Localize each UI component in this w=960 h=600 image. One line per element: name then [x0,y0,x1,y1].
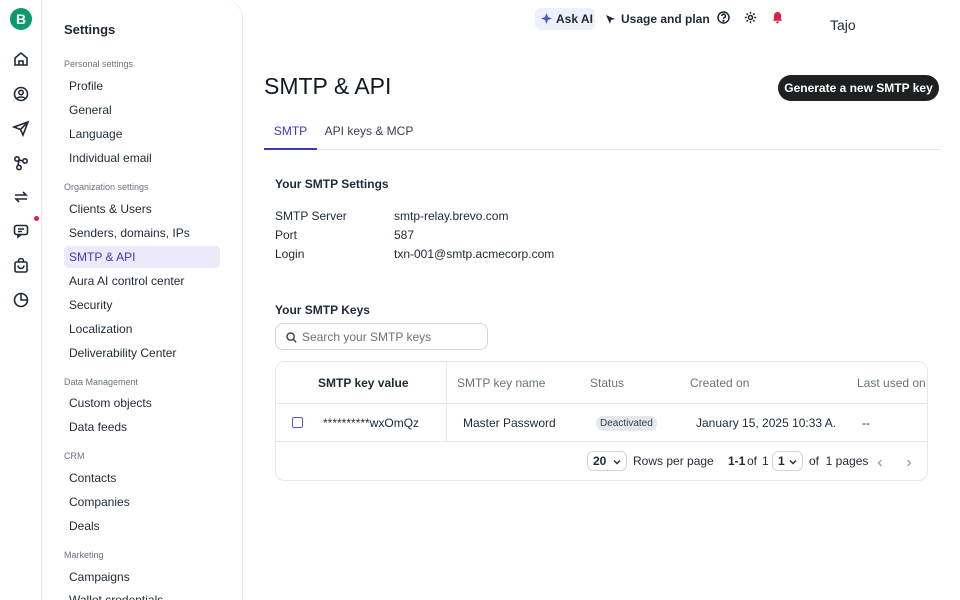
table-header: SMTP key value SMTP key name Status Crea… [276,362,927,404]
brand-logo[interactable]: B [10,8,32,30]
meetings-icon[interactable] [12,291,30,309]
contacts-icon[interactable] [12,85,30,103]
sidebar-item-smtp-api[interactable]: SMTP & API [64,246,220,268]
pagination: 20 Rows per page 1-1 of 1 1 of 1 pages [276,442,927,480]
ask-ai-label: Ask AI [556,12,593,26]
sidebar-item-individual-email[interactable]: Individual email [64,147,220,169]
smtp-keys-table: SMTP key value SMTP key name Status Crea… [275,361,928,481]
top-bar: Ask AI Usage and plan Tajo [243,0,960,38]
table-row[interactable]: **********wxOmQz Master Password Deactiv… [276,404,927,442]
section-personal-settings: Personal settings [64,59,134,69]
sidebar-item-profile[interactable]: Profile [64,75,220,97]
sidebar-item-contacts[interactable]: Contacts [64,467,220,489]
usage-and-plan-button[interactable]: Usage and plan [605,8,710,30]
tab-smtp[interactable]: SMTP [264,117,317,150]
page-select-value: 1 [778,454,785,468]
section-marketing: Marketing [64,550,104,560]
col-last-used-on[interactable]: Last used on [857,362,926,404]
login-label: Login [275,247,305,261]
smtp-key-name: Master Password [463,416,556,430]
tab-api-keys-mcp[interactable]: API keys & MCP [324,117,414,150]
section-data-management: Data Management [64,377,139,387]
gear-icon[interactable] [744,11,757,24]
prev-page-icon[interactable] [875,455,885,467]
search-icon [286,332,297,343]
user-name[interactable]: Tajo [830,17,856,33]
smtp-key-search [275,323,488,350]
of-label: of [747,454,758,468]
sidebar-item-companies[interactable]: Companies [64,491,220,513]
sidebar-item-data-feeds[interactable]: Data feeds [64,416,220,438]
col-status[interactable]: Status [590,362,624,404]
sidebar-item-localization[interactable]: Localization [64,318,220,340]
col-smtp-key-name[interactable]: SMTP key name [457,362,545,404]
notification-dot [34,216,39,221]
sidebar-item-aura-ai[interactable]: Aura AI control center [64,270,220,292]
page-range: 1-1 [728,454,746,468]
usage-label: Usage and plan [621,12,710,26]
tab-bar: SMTP API keys & MCP [264,117,941,150]
of-pages-label: of 1 pages [809,454,869,468]
sync-icon[interactable] [12,188,30,206]
chat-icon[interactable] [12,222,30,240]
smtp-server-value: smtp-relay.brevo.com [394,209,509,223]
search-input[interactable] [302,328,482,346]
sidebar-item-custom-objects[interactable]: Custom objects [64,392,220,414]
next-page-icon[interactable] [904,455,914,467]
sidebar-item-senders[interactable]: Senders, domains, IPs [64,222,220,244]
port-value: 587 [394,228,415,242]
rows-per-page-value: 20 [593,454,607,468]
smtp-keys-heading: Your SMTP Keys [275,303,370,317]
automation-icon[interactable] [12,154,30,172]
shop-icon[interactable] [12,257,30,275]
sidebar-item-wallet-credentials[interactable]: Wallet credentials [64,589,220,600]
ask-ai-button[interactable]: Ask AI [535,8,595,30]
sparkle-icon [541,13,552,24]
page-select[interactable]: 1 [772,451,803,471]
sidebar-title: Settings [64,22,116,37]
row-checkbox[interactable] [292,417,303,428]
total-count: 1 [762,454,769,468]
send-icon[interactable] [11,119,30,138]
plan-arrow-icon [606,15,615,24]
rows-per-page-select[interactable]: 20 [587,451,627,471]
created-on-value: January 15, 2025 10:33 A... [696,416,836,430]
smtp-settings-heading: Your SMTP Settings [275,177,389,191]
sidebar-item-deals[interactable]: Deals [64,515,220,537]
status-badge: Deactivated [596,416,657,431]
section-organization-settings: Organization settings [64,182,149,192]
help-icon[interactable] [717,11,730,24]
last-used-value: -- [862,416,870,430]
sidebar-item-clients-users[interactable]: Clients & Users [64,198,220,220]
chevron-down-icon [789,460,797,465]
generate-smtp-key-button[interactable]: Generate a new SMTP key [778,75,939,101]
sidebar-item-general[interactable]: General [64,99,220,121]
col-smtp-key-value[interactable]: SMTP key value [318,362,409,404]
sidebar-item-campaigns[interactable]: Campaigns [64,566,220,588]
settings-sidebar: Settings Personal settings Profile Gener… [42,0,243,600]
login-value: txn-001@smtp.acmecorp.com [394,247,555,261]
section-crm: CRM [64,451,85,461]
smtp-key-value: **********wxOmQz [323,416,420,430]
sidebar-item-deliverability[interactable]: Deliverability Center [64,342,220,364]
smtp-server-label: SMTP Server [275,209,347,223]
bell-icon[interactable] [771,11,784,24]
rows-per-page-label: Rows per page [633,454,714,468]
page-title: SMTP & API [264,73,392,99]
col-created-on[interactable]: Created on [690,362,749,404]
chevron-down-icon [613,460,621,465]
sidebar-item-security[interactable]: Security [64,294,220,316]
app-rail: B [0,0,42,600]
home-icon[interactable] [12,50,30,68]
port-label: Port [275,228,298,242]
sidebar-item-language[interactable]: Language [64,123,220,145]
